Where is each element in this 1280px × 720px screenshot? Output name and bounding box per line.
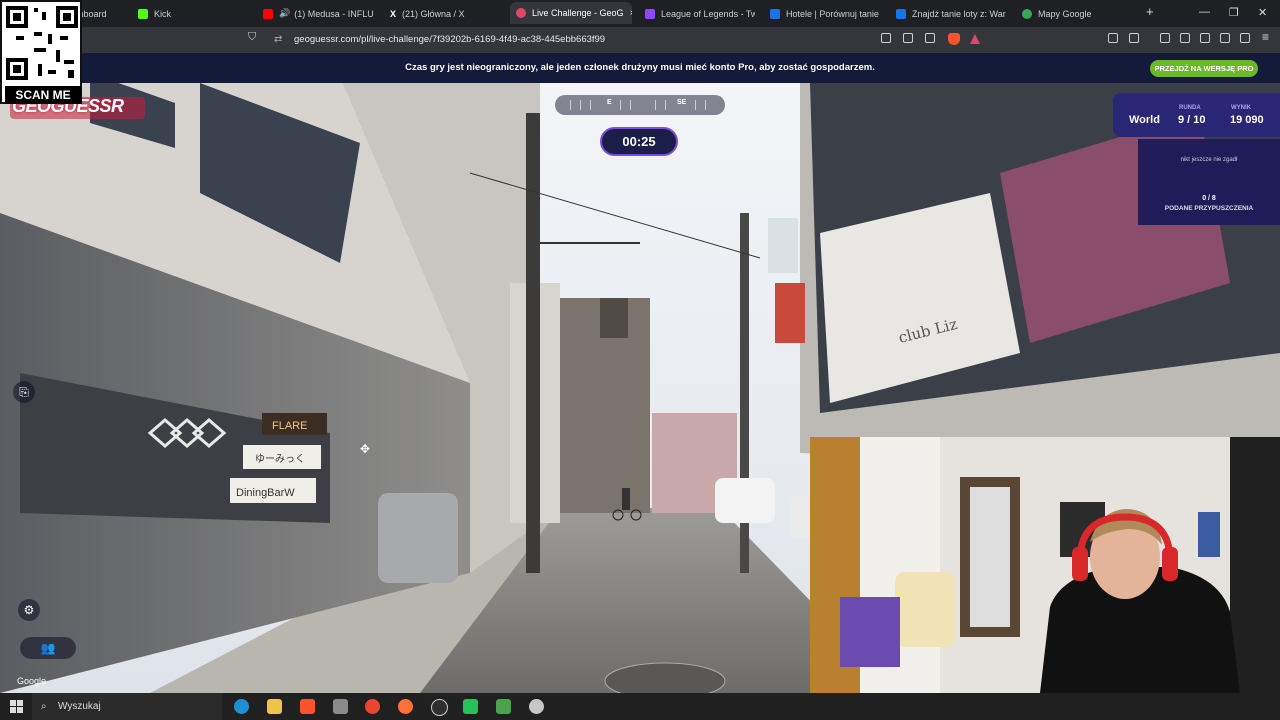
settings-gear-icon[interactable]: ⚙ [18,599,40,621]
taskbar-search[interactable]: ⌕ Wyszukaj [32,693,222,720]
score-caption: WYNIK [1231,105,1251,111]
qr-scan-label: SCAN ME [5,86,81,104]
game-status-panel: World RUNDA 9 / 10 WYNIK 19 090 nikt jes… [1113,93,1280,225]
windows-taskbar: ⌕ Wyszukaj [0,693,1280,720]
bookmark-icon[interactable]: ⛉ [248,31,258,43]
translate-icon[interactable] [881,33,891,43]
site-info-icon[interactable]: ⇄ [274,31,282,49]
move-cursor-icon: ✥ [360,442,371,456]
url-text: geoguessr.com/pl/live-challenge/7f39202b… [294,34,606,45]
sidebar-icon[interactable] [1180,33,1190,43]
minimize-button[interactable]: — [1199,6,1210,18]
x-icon: X [390,8,397,19]
no-guess-note: nikt jeszcze nie zgadł [1180,157,1238,163]
map-name: World [1129,114,1160,126]
streamer-webcam [810,437,1280,693]
tab-twitch[interactable]: League of Legends - Twitc [645,4,755,23]
close-tab-icon[interactable]: × [630,8,632,19]
kick-icon [138,8,148,19]
guesses-caption: PODANE PRZYPUSZCZENIA [1164,205,1254,212]
flights-icon [896,8,906,19]
geoguessr-pin-icon [516,8,526,18]
minecraft-icon[interactable] [496,699,511,714]
brave-shields-icon[interactable] [948,33,960,45]
qr-pattern [6,6,78,80]
menu-icon[interactable]: ≡ [1262,30,1272,44]
firefox-icon[interactable] [398,699,413,714]
obs-icon[interactable] [431,699,448,716]
windows-start-icon[interactable] [10,700,23,713]
wallet-icon[interactable] [1129,33,1139,43]
tab-label: Znajdź tanie loty z: Warsz [912,8,1006,19]
tab-label: (21) Główna / X [402,8,465,19]
go-pro-button[interactable]: PRZEJDŹ NA WERSJĘ PRO [1150,60,1258,77]
brave-icon[interactable] [300,699,315,714]
google-attribution: Google [17,676,47,686]
tab-hotels[interactable]: Hotele | Porównuj tanie of [770,4,880,23]
url-field[interactable]: ⇄ geoguessr.com/pl/live-challenge/7f3920… [266,31,914,49]
close-window-button[interactable]: ✕ [1258,6,1267,19]
hotels-icon [770,8,780,19]
tab-dashboard[interactable]: shboard [74,4,132,23]
round-timer: 00:25 [600,127,678,156]
search-placeholder: Wyszukaj [58,701,101,712]
tab-youtube[interactable]: 🔊 (1) Medusa - INFLU FR [263,4,375,23]
report-icon[interactable]: ⎘ [13,381,35,403]
players-icon: 👥 [40,641,56,655]
browser-tab-bar: shboard Kick 🔊 (1) Medusa - INFLU FR X (… [0,0,1280,27]
round-caption: RUNDA [1179,105,1201,111]
compass-east-label: E [607,99,612,106]
extensions-icon[interactable] [1108,33,1118,43]
dining-sign: DiningBarW [236,487,295,499]
status-panel-header: World RUNDA 9 / 10 WYNIK 19 090 [1113,93,1280,137]
guesses-panel: nikt jeszcze nie zgadł 0 / 8 PODANE PRZY… [1138,139,1280,225]
steam-icon[interactable] [529,699,544,714]
restore-button[interactable]: ❐ [1229,6,1239,19]
tab-x[interactable]: X (21) Główna / X [390,4,502,23]
tab-label: (1) Medusa - INFLU FR [294,8,375,19]
tab-flights[interactable]: Znajdź tanie loty z: Warsz [896,4,1006,23]
reader-icon[interactable] [1200,33,1210,43]
qr-code: SCAN ME [0,0,82,104]
players-button[interactable]: 👥 [20,637,76,659]
round-value: 9 / 10 [1178,114,1206,126]
new-tab-button[interactable]: + [1146,4,1154,19]
tab-label: Kick [154,8,172,19]
vpn-icon[interactable] [1240,33,1250,43]
leo-icon[interactable] [1220,33,1230,43]
compass-bar: E SE [555,95,725,115]
brave-rewards-icon[interactable] [970,34,980,44]
maps-icon [1022,8,1032,19]
flare-sign: FLARE [272,420,307,432]
media-icon[interactable] [1160,33,1170,43]
file-explorer-icon[interactable] [267,699,282,714]
tab-label: Hotele | Porównuj tanie of [786,8,880,19]
tab-google-maps[interactable]: Mapy Google [1022,4,1132,23]
tab-geoguessr[interactable]: Live Challenge - GeoG × [510,2,632,24]
edge-icon[interactable] [234,699,249,714]
twitch-icon [645,8,655,19]
files-app-icon[interactable] [333,699,348,714]
tab-label: Mapy Google [1038,8,1092,19]
share-icon[interactable] [925,33,935,43]
kana-sign: ゆーみっく [255,453,305,465]
score-value: 19 090 [1230,114,1264,126]
pro-info-banner: Czas gry jest nieograniczony, ale jeden … [0,53,1280,83]
guesses-count: 0 / 8 [1202,195,1216,202]
webcam-scene [810,437,1280,693]
media-player-icon[interactable] [463,699,478,714]
compass-southeast-label: SE [677,99,687,106]
speaker-icon: 🔊 [279,8,291,18]
tab-kick[interactable]: Kick [138,4,248,23]
youtube-icon [263,8,273,19]
tab-label: League of Legends - Twitc [661,8,755,19]
tab-label: Live Challenge - GeoG [532,8,624,18]
chrome-icon[interactable] [365,699,380,714]
screenshot-icon[interactable] [903,33,913,43]
search-icon: ⌕ [41,701,47,712]
